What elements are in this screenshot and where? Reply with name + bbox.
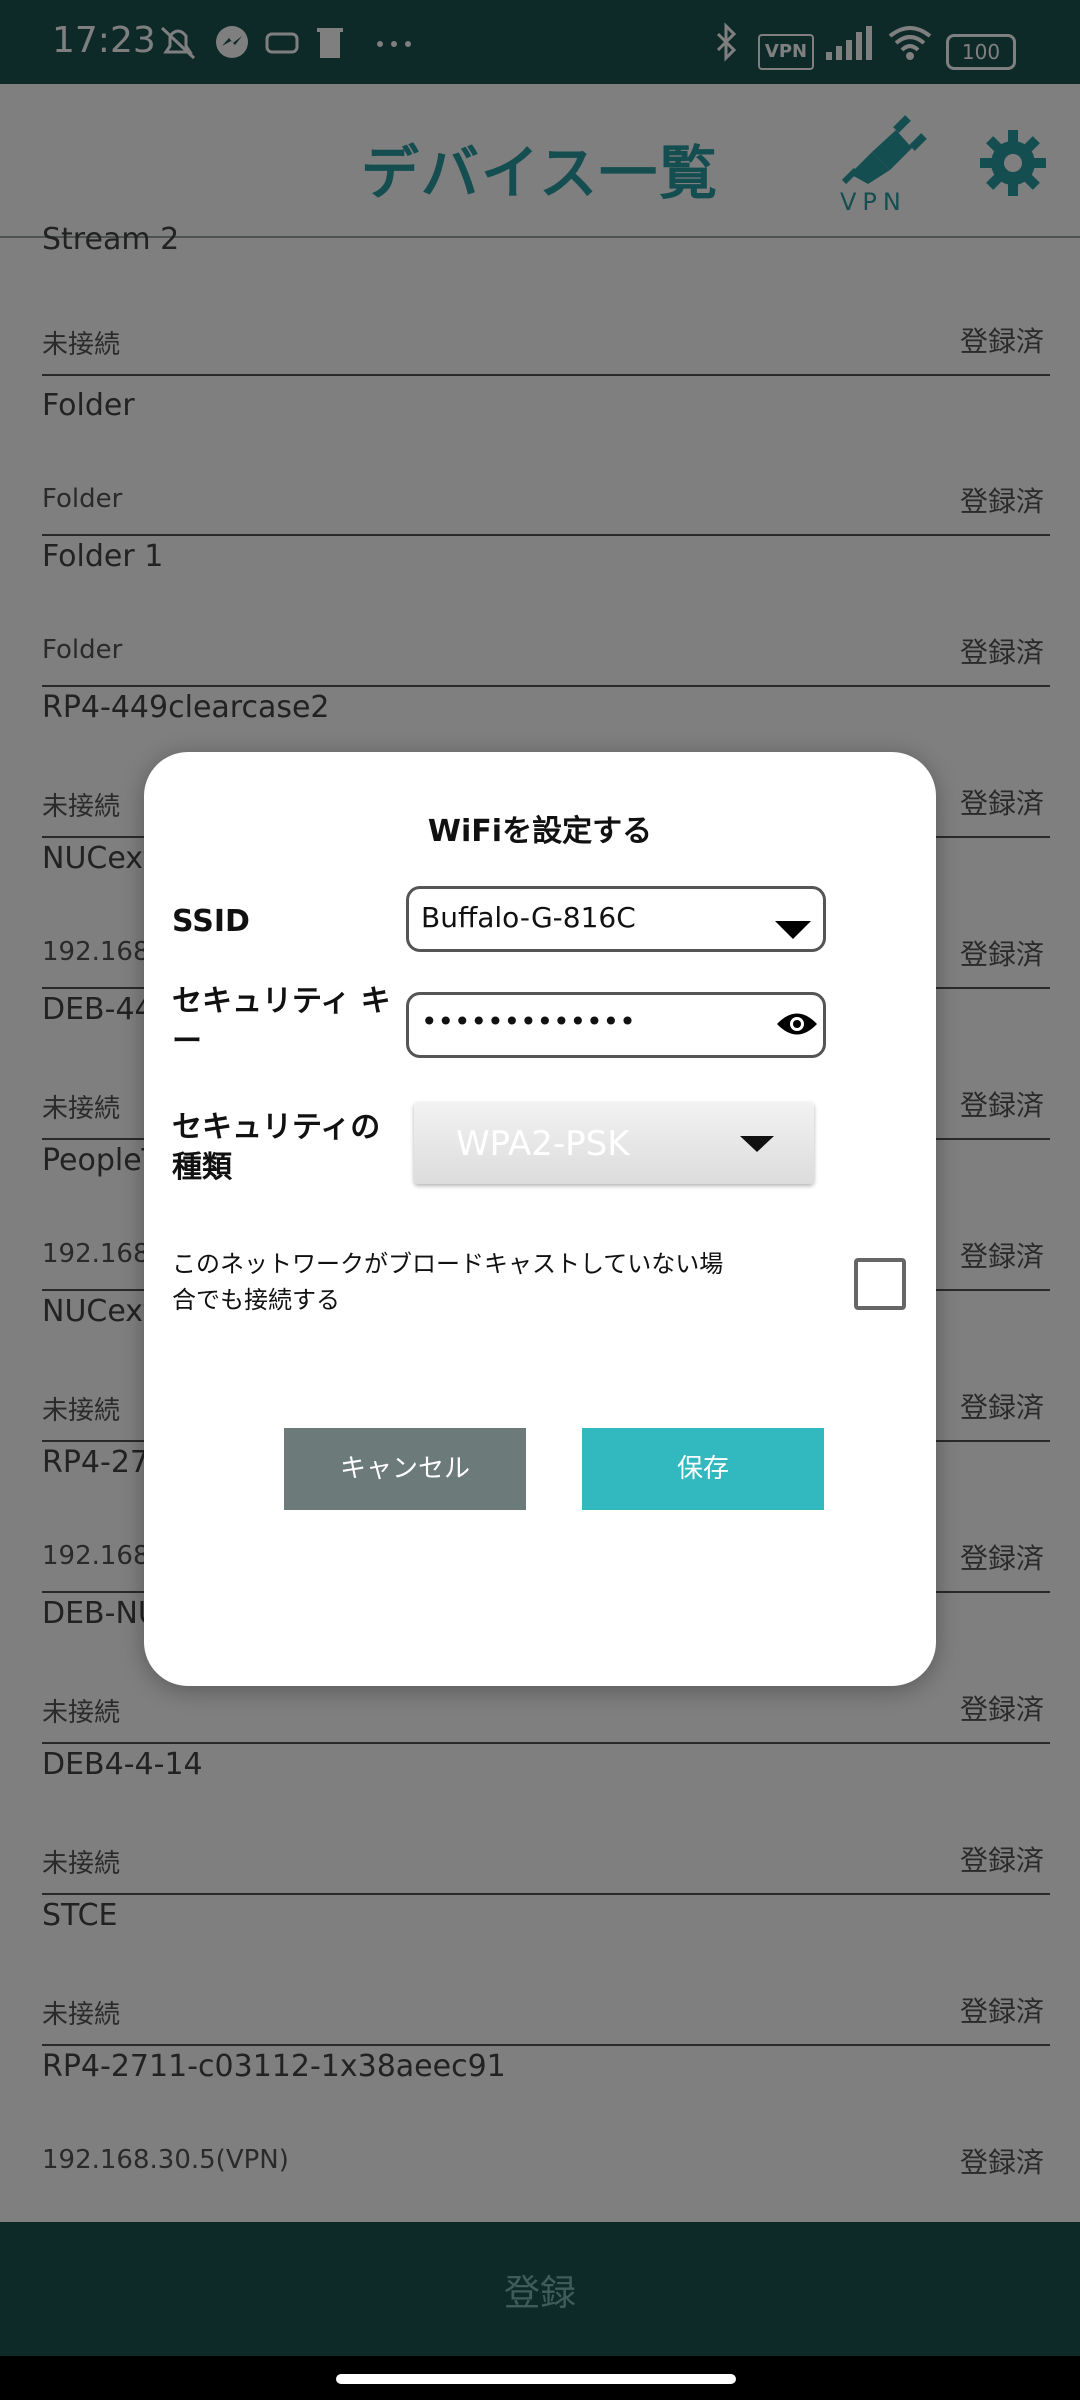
dropdown-arrow-icon[interactable] [775,921,811,941]
dialog-title: WiFiを設定する [427,814,653,849]
cancel-button[interactable]: キャンセル [284,1428,526,1510]
navigation-bar [0,2356,1080,2400]
ssid-label: SSID [172,904,250,939]
security-key-field[interactable]: ••••••••••••• [406,992,826,1058]
wifi-settings-dialog: WiFiを設定する SSID Buffalo-G-816C セキュリティ キー … [144,752,936,1686]
security-type-label: セキュリティの種類 [172,1110,381,1185]
security-type-select[interactable]: WPA2-PSK [414,1102,814,1184]
save-button[interactable]: 保存 [582,1428,824,1510]
ssid-field[interactable]: Buffalo-G-816C [406,886,826,952]
security-key-label: セキュリティ キー [172,984,391,1059]
security-key-value: ••••••••••••• [421,1005,636,1038]
dropdown-arrow-icon [740,1136,774,1152]
hidden-network-label: このネットワークがブロードキャストしていない場合でも接続する [172,1250,724,1314]
eye-icon[interactable] [775,1009,819,1039]
ssid-value: Buffalo-G-816C [421,901,636,934]
hidden-network-checkbox[interactable] [854,1258,906,1310]
security-type-value: WPA2-PSK [456,1124,630,1164]
home-indicator[interactable] [336,2374,736,2384]
